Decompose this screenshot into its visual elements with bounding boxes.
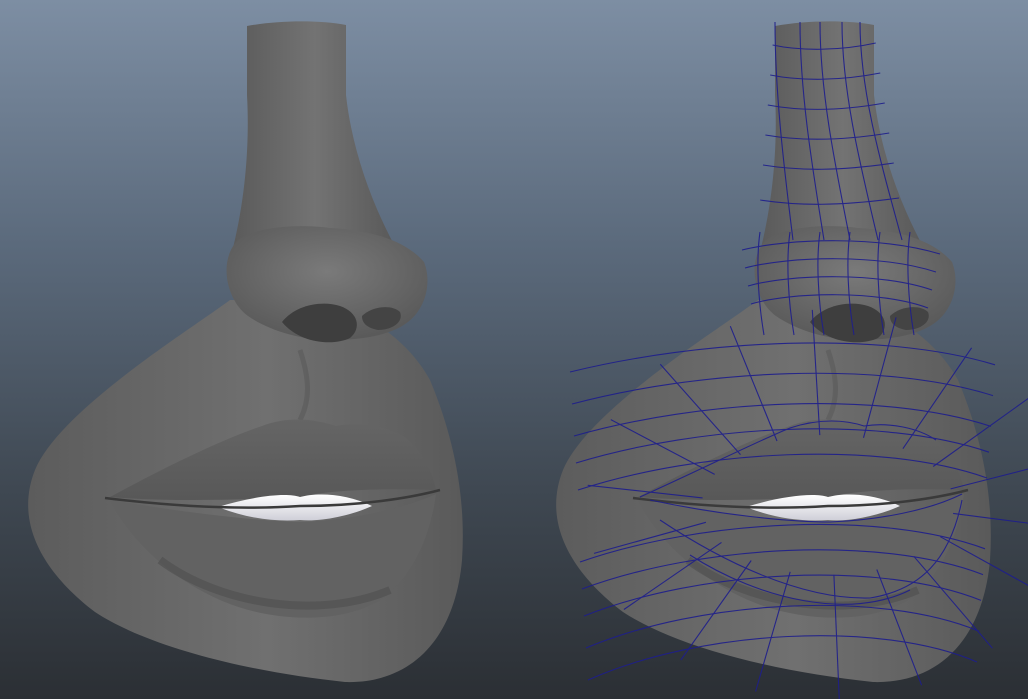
viewport-canvas xyxy=(0,0,1028,699)
wireframe-mouth-model[interactable] xyxy=(556,21,1028,699)
shaded-mouth-model[interactable] xyxy=(28,21,463,682)
3d-viewport[interactable] xyxy=(0,0,1028,699)
